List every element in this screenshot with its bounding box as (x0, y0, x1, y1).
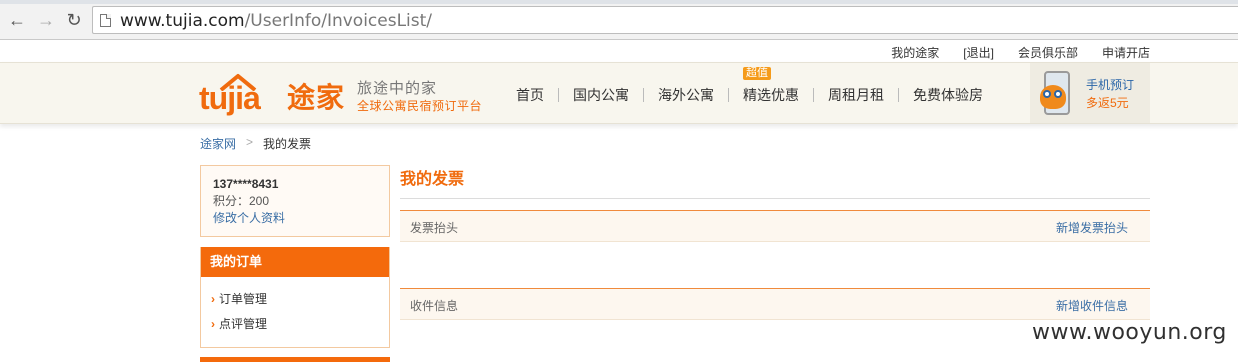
member-club-link[interactable]: 会员俱乐部 (1018, 44, 1078, 60)
nav-home[interactable]: 首页 (502, 85, 558, 105)
promo-line-2: 多返5元 (1086, 96, 1129, 110)
invoice-title-section: 发票抬头 新增发票抬头 (400, 210, 1150, 242)
open-store-link[interactable]: 申请开店 (1102, 44, 1150, 60)
chevron-right-icon: › (211, 292, 215, 306)
page-title: 我的发票 (400, 171, 465, 188)
review-management-label: 点评管理 (219, 317, 268, 331)
order-management-link[interactable]: › 订单管理 (201, 287, 389, 312)
tab-strip (0, 0, 1238, 4)
orders-panel: 我的订单 › 订单管理 › 点评管理 (200, 247, 390, 348)
chevron-right-icon: › (211, 317, 215, 331)
breadcrumb-current: 我的发票 (263, 137, 312, 151)
recipient-info-section: 收件信息 新增收件信息 (400, 288, 1150, 320)
edit-profile-link[interactable]: 修改个人资料 (213, 210, 377, 226)
top-links: 我的途家 [退出] 会员俱乐部 申请开店 (891, 44, 1150, 60)
back-arrow-icon[interactable]: ← (6, 9, 28, 31)
user-points: 积分：200 (213, 194, 270, 208)
orders-title: 我的订单 (201, 247, 389, 277)
mascot-eye-icon (1043, 90, 1051, 98)
forward-arrow-icon[interactable]: → (35, 9, 57, 31)
nav-free-trial[interactable]: 免费体验房 (899, 85, 997, 105)
main-nav: 首页 国内公寓 海外公寓 超值 精选优惠 周租月租 免费体验房 (502, 67, 997, 105)
recipient-info-label: 收件信息 (410, 299, 459, 313)
logo-latin: tujia (199, 80, 261, 116)
reload-icon[interactable]: ↻ (63, 9, 85, 31)
nav-deals-label: 精选优惠 (743, 87, 799, 103)
browser-toolbar: ← → ↻ www.tujia.com/UserInfo/InvoicesLis… (0, 0, 1238, 40)
user-name: 137****8431 (213, 177, 279, 191)
promo-line-1: 手机预订 (1086, 78, 1135, 92)
page-icon (100, 14, 111, 27)
url-host: www.tujia.com (120, 11, 245, 31)
watermark: www.wooyun.org (1032, 320, 1227, 345)
nav-overseas[interactable]: 海外公寓 (644, 85, 728, 105)
breadcrumb-home[interactable]: 途家网 (200, 135, 236, 152)
logout-link[interactable]: [退出] (963, 44, 994, 60)
add-recipient-info-link[interactable]: 新增收件信息 (1056, 297, 1128, 314)
mascot-eye-icon (1054, 90, 1062, 98)
nav-long-stay[interactable]: 周租月租 (814, 85, 898, 105)
review-management-link[interactable]: › 点评管理 (201, 312, 389, 337)
site-header: tujia 途家 旅途中的家 全球公寓民宿预订平台 首页 国内公寓 海外公寓 超… (0, 62, 1238, 124)
nav-deals[interactable]: 超值 精选优惠 (729, 67, 813, 105)
invoice-title-label: 发票抬头 (410, 221, 459, 235)
address-bar[interactable]: www.tujia.com/UserInfo/InvoicesList/ (92, 6, 1238, 34)
add-invoice-title-link[interactable]: 新增发票抬头 (1056, 219, 1128, 236)
url-path: /UserInfo/InvoicesList/ (244, 11, 433, 31)
url-text[interactable]: www.tujia.com/UserInfo/InvoicesList/ (120, 11, 432, 31)
mobile-promo[interactable]: 手机预订 多返5元 (1030, 63, 1150, 123)
tujia-logo[interactable]: tujia 途家 (199, 71, 351, 117)
title-divider (400, 198, 1150, 199)
user-card: 137****8431 积分：200 修改个人资料 (200, 165, 390, 237)
order-management-label: 订单管理 (219, 292, 268, 306)
breadcrumb: 途家网 > 我的发票 (200, 135, 311, 152)
logo-chinese: 途家 (287, 81, 346, 114)
tagline-secondary: 全球公寓民宿预订平台 (357, 99, 483, 113)
deal-badge: 超值 (743, 67, 771, 80)
my-tujia-link[interactable]: 我的途家 (891, 44, 939, 60)
next-panel-header (200, 357, 390, 362)
orders-list: › 订单管理 › 点评管理 (201, 277, 389, 337)
tagline-primary: 旅途中的家 (357, 80, 438, 97)
breadcrumb-separator: > (246, 135, 254, 149)
nav-domestic[interactable]: 国内公寓 (559, 85, 643, 105)
